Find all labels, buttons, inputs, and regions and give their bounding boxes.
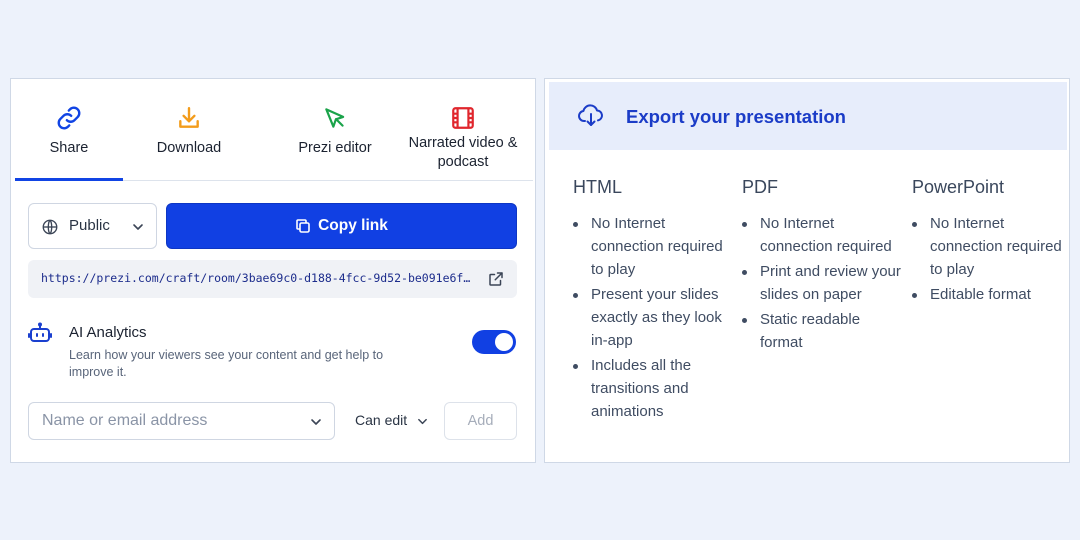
feature-list: No Internet connection required to play … bbox=[573, 212, 733, 423]
tab-share[interactable]: Share bbox=[15, 79, 123, 181]
ai-analytics-toggle[interactable] bbox=[472, 330, 516, 354]
feature-item: Includes all the transitions and animati… bbox=[573, 354, 733, 423]
external-link-icon[interactable] bbox=[487, 270, 505, 288]
active-tab-indicator bbox=[15, 178, 123, 181]
share-panel: Share Download Prezi editor Narrated vid… bbox=[10, 78, 536, 463]
permission-value: Can edit bbox=[355, 412, 408, 428]
copy-link-label: Copy link bbox=[318, 217, 388, 234]
tab-bar: Share Download Prezi editor Narrated vid… bbox=[15, 79, 533, 181]
feature-item: No Internet connection required to play bbox=[573, 212, 733, 281]
tab-download[interactable]: Download bbox=[139, 79, 239, 181]
ai-analytics-title: AI Analytics bbox=[69, 324, 147, 341]
add-button[interactable]: Add bbox=[444, 402, 517, 440]
toggle-knob bbox=[495, 333, 513, 351]
film-icon bbox=[452, 107, 474, 129]
globe-icon bbox=[42, 219, 58, 235]
permission-select[interactable]: Can edit bbox=[347, 409, 433, 433]
link-icon bbox=[57, 106, 81, 130]
feature-item: No Internet connection required to play bbox=[912, 212, 1072, 281]
share-link-field[interactable]: https://prezi.com/craft/room/3bae69c0-d1… bbox=[28, 260, 517, 298]
feature-item: Static readable format bbox=[742, 308, 902, 354]
feature-item: Present your slides exactly as they look… bbox=[573, 283, 733, 352]
format-title: PDF bbox=[742, 177, 778, 197]
ai-analytics-description: Learn how your viewers see your content … bbox=[69, 348, 384, 379]
export-header: Export your presentation bbox=[549, 82, 1067, 150]
export-panel: Export your presentation HTML No Interne… bbox=[544, 78, 1070, 463]
invite-input[interactable] bbox=[29, 403, 299, 439]
feature-item: Editable format bbox=[912, 283, 1072, 306]
chevron-down-icon bbox=[418, 418, 427, 425]
tab-prezi-editor-label: Prezi editor bbox=[298, 140, 372, 156]
visibility-select[interactable]: Public bbox=[28, 203, 157, 249]
cursor-icon bbox=[325, 108, 345, 128]
feature-list: No Internet connection required Print an… bbox=[742, 212, 902, 354]
format-column-html: HTML No Internet connection required to … bbox=[573, 177, 733, 425]
cloud-download-icon bbox=[578, 104, 603, 126]
chevron-down-icon[interactable] bbox=[310, 416, 322, 428]
tab-prezi-editor[interactable]: Prezi editor bbox=[277, 79, 393, 181]
invite-field[interactable] bbox=[28, 402, 335, 440]
feature-item: No Internet connection required bbox=[742, 212, 902, 258]
download-icon bbox=[179, 107, 199, 128]
robot-icon bbox=[28, 322, 52, 342]
format-title: PowerPoint bbox=[912, 177, 1005, 197]
tab-narrated-video[interactable]: Narrated video & podcast bbox=[393, 79, 533, 181]
format-column-pdf: PDF No Internet connection required Prin… bbox=[742, 177, 902, 356]
share-link-url: https://prezi.com/craft/room/3bae69c0-d1… bbox=[41, 271, 473, 285]
feature-list: No Internet connection required to play … bbox=[912, 212, 1072, 306]
tab-narrated-video-label: Narrated video & podcast bbox=[408, 135, 518, 170]
format-title: HTML bbox=[573, 177, 622, 197]
format-column-powerpoint: PowerPoint No Internet connection requir… bbox=[912, 177, 1072, 308]
tab-download-label: Download bbox=[156, 140, 222, 156]
copy-icon bbox=[296, 219, 310, 233]
chevron-down-icon bbox=[133, 224, 143, 230]
visibility-value: Public bbox=[69, 217, 110, 234]
export-title: Export your presentation bbox=[626, 106, 846, 127]
copy-link-button[interactable]: Copy link bbox=[166, 203, 517, 249]
feature-item: Print and review your slides on paper bbox=[742, 260, 902, 306]
tab-share-label: Share bbox=[49, 140, 89, 156]
